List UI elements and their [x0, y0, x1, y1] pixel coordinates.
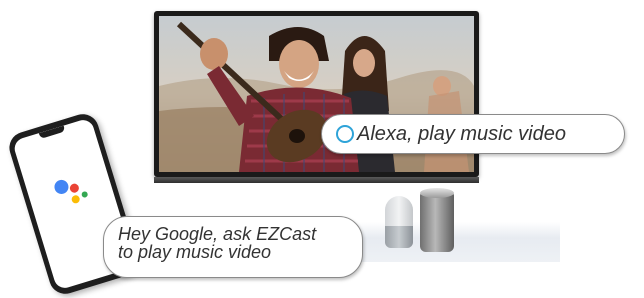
alexa-ring-icon [336, 125, 354, 143]
google-command-line-2: to play music video [118, 242, 272, 262]
tv-bottom-bezel [154, 177, 479, 183]
amazon-echo-speaker [420, 190, 454, 252]
amazon-echo-top [420, 188, 454, 198]
alexa-command-text: Alexa, play music video [357, 122, 566, 145]
alexa-speech-bubble: Alexa, play music video [321, 114, 625, 154]
google-speech-bubble: Hey Google, ask EZCast to play music vid… [103, 216, 363, 278]
google-command-line-1: Hey Google, ask EZCast [118, 224, 317, 244]
google-home-speaker-base [385, 226, 413, 248]
